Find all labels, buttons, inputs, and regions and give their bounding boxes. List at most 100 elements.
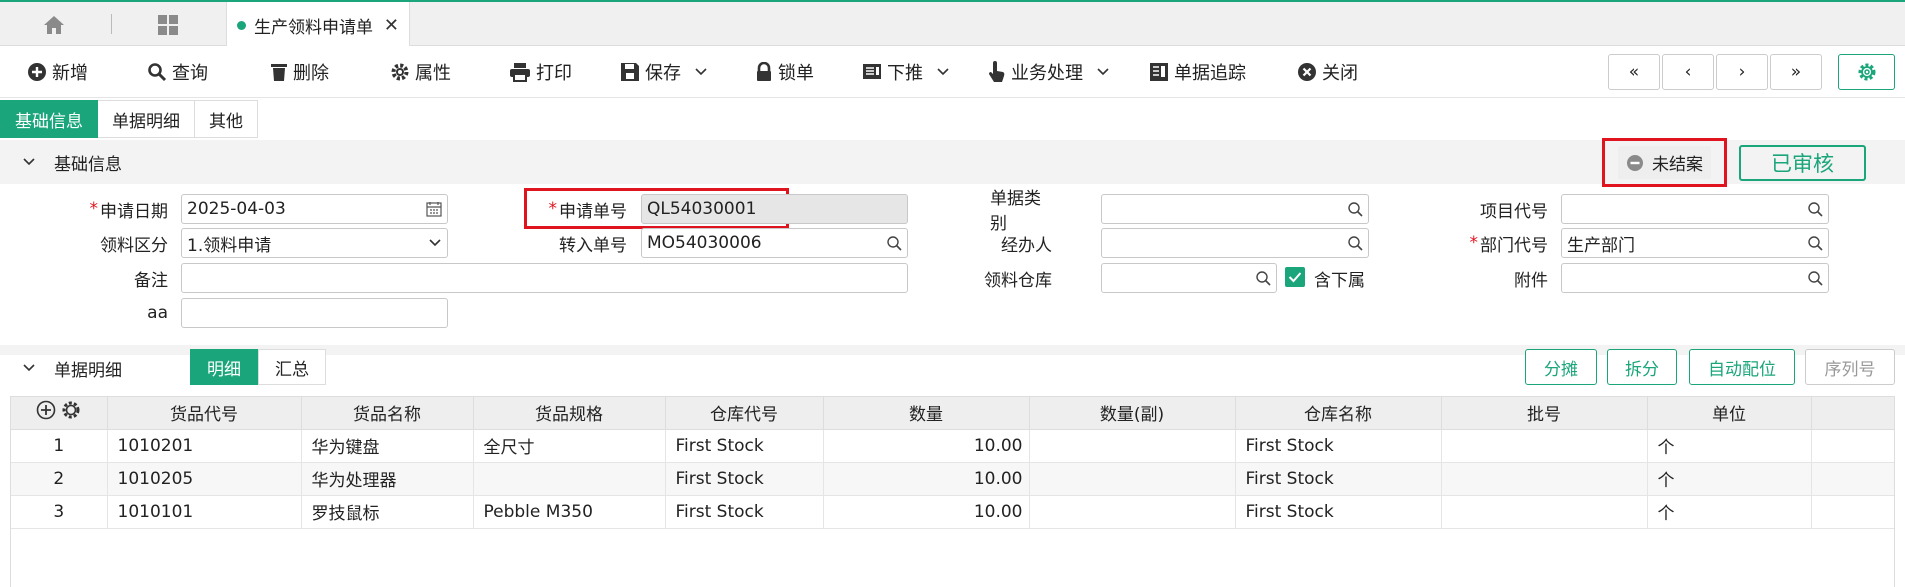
home-icon[interactable] — [32, 11, 76, 39]
trash-icon — [271, 64, 287, 81]
cell-name[interactable]: 华为键盘 — [301, 429, 474, 463]
cell-code[interactable]: 1010205 — [107, 462, 302, 496]
search-icon[interactable] — [1807, 201, 1823, 217]
cell-spec[interactable]: Pebble M350 — [473, 495, 666, 529]
tab-detail[interactable]: 单据明细 — [98, 100, 195, 138]
print-button[interactable]: 打印 — [509, 58, 572, 86]
warehouse-field[interactable] — [1101, 263, 1277, 293]
search-icon[interactable] — [1255, 270, 1271, 286]
table-row[interactable]: 3 1010101 罗技鼠标 Pebble M350 First Stock 1… — [11, 495, 1894, 529]
tab-production-requisition[interactable]: 生产领料申请单 ✕ — [226, 2, 410, 48]
properties-button[interactable]: 属性 — [390, 58, 451, 86]
trace-button[interactable]: 单据追踪 — [1149, 58, 1246, 86]
aa-field[interactable] — [181, 298, 448, 328]
chevron-down-icon[interactable] — [694, 67, 708, 77]
include-sub-checkbox[interactable] — [1285, 267, 1305, 287]
cell-wh-code[interactable]: First Stock — [665, 462, 824, 496]
tab-divider — [111, 14, 112, 34]
cell-batch[interactable] — [1441, 495, 1648, 529]
serial-button[interactable]: 序列号 — [1805, 349, 1895, 385]
col-unit[interactable]: 单位 — [1647, 397, 1812, 430]
col-spec[interactable]: 货品规格 — [473, 397, 666, 430]
search-icon[interactable] — [1807, 270, 1823, 286]
delete-button[interactable]: 删除 — [270, 58, 329, 86]
settings-button[interactable] — [1838, 54, 1895, 90]
cell-qty2[interactable] — [1029, 495, 1236, 529]
cell-code[interactable]: 1010201 — [107, 429, 302, 463]
basic-info-toggle[interactable]: 基础信息 — [22, 140, 122, 184]
cell-qty[interactable]: 10.00 — [823, 429, 1030, 463]
chevron-down-icon[interactable] — [936, 67, 950, 77]
cell-name[interactable]: 罗技鼠标 — [301, 495, 474, 529]
detail-toggle[interactable]: 单据明细 — [22, 346, 122, 390]
col-name[interactable]: 货品名称 — [301, 397, 474, 430]
cell-qty[interactable]: 10.00 — [823, 462, 1030, 496]
tab-detail-lines[interactable]: 明细 — [190, 349, 258, 385]
calendar-icon[interactable] — [426, 201, 442, 217]
cell-qty2[interactable] — [1029, 462, 1236, 496]
chevron-down-icon[interactable] — [428, 238, 442, 248]
cell-code[interactable]: 1010101 — [107, 495, 302, 529]
next-record-button[interactable]: › — [1716, 54, 1768, 90]
close-tab-icon[interactable]: ✕ — [384, 15, 399, 36]
add-row-icon[interactable] — [36, 400, 56, 425]
cell-spec[interactable]: 全尺寸 — [473, 429, 666, 463]
project-code-field[interactable] — [1561, 194, 1829, 224]
cell-unit[interactable]: 个 — [1647, 429, 1812, 463]
cell-unit[interactable]: 个 — [1647, 462, 1812, 496]
cell-qty[interactable]: 10.00 — [823, 495, 1030, 529]
table-row[interactable]: 2 1010205 华为处理器 First Stock 10.00 First … — [11, 462, 1894, 496]
apply-no-field[interactable]: QL54030001 — [641, 194, 908, 224]
tab-other[interactable]: 其他 — [195, 100, 258, 138]
cell-qty2[interactable] — [1029, 429, 1236, 463]
dept-code-field[interactable]: 生产部门 — [1561, 228, 1829, 258]
col-qty[interactable]: 数量 — [823, 397, 1030, 430]
lock-button[interactable]: 锁单 — [755, 58, 814, 86]
cell-wh-code[interactable]: First Stock — [665, 429, 824, 463]
grid-icon[interactable] — [150, 11, 186, 39]
col-batch[interactable]: 批号 — [1441, 397, 1648, 430]
push-down-button[interactable]: 下推 — [862, 58, 950, 86]
business-process-button[interactable]: 业务处理 — [988, 58, 1110, 86]
handler-field[interactable] — [1101, 228, 1369, 258]
col-wh-code[interactable]: 仓库代号 — [665, 397, 824, 430]
cell-wh-name[interactable]: First Stock — [1235, 495, 1442, 529]
chevron-down-icon[interactable] — [1096, 67, 1110, 77]
save-button[interactable]: 保存 — [620, 58, 708, 86]
col-code[interactable]: 货品代号 — [107, 397, 302, 430]
prev-record-button[interactable]: ‹ — [1662, 54, 1714, 90]
cell-unit[interactable]: 个 — [1647, 495, 1812, 529]
col-wh-name[interactable]: 仓库名称 — [1235, 397, 1442, 430]
apply-date-field[interactable]: 2025-04-03 — [181, 194, 448, 224]
first-record-button[interactable]: « — [1608, 54, 1660, 90]
allocate-button[interactable]: 分摊 — [1525, 349, 1597, 385]
cell-batch[interactable] — [1441, 429, 1648, 463]
cell-wh-name[interactable]: First Stock — [1235, 462, 1442, 496]
remark-field[interactable] — [181, 263, 908, 293]
cell-wh-name[interactable]: First Stock — [1235, 429, 1442, 463]
split-button[interactable]: 拆分 — [1607, 349, 1677, 385]
attachment-field[interactable] — [1561, 263, 1829, 293]
transfer-no-field[interactable]: MO54030006 — [641, 228, 908, 258]
cell-name[interactable]: 华为处理器 — [301, 462, 474, 496]
new-button[interactable]: 新增 — [27, 58, 88, 86]
table-row[interactable]: 1 1010201 华为键盘 全尺寸 First Stock 10.00 Fir… — [11, 429, 1894, 463]
search-icon[interactable] — [1347, 235, 1363, 251]
auto-locate-button[interactable]: 自动配位 — [1689, 349, 1795, 385]
chevron-down-icon — [23, 158, 35, 166]
search-icon[interactable] — [1347, 201, 1363, 217]
cell-spec[interactable] — [473, 462, 666, 496]
col-qty2[interactable]: 数量(副) — [1029, 397, 1236, 430]
doc-type-field[interactable] — [1101, 194, 1369, 224]
pick-type-select[interactable]: 1.领料申请 — [181, 228, 448, 258]
query-button[interactable]: 查询 — [147, 58, 208, 86]
search-icon[interactable] — [1807, 235, 1823, 251]
cell-wh-code[interactable]: First Stock — [665, 495, 824, 529]
cell-batch[interactable] — [1441, 462, 1648, 496]
tab-summary[interactable]: 汇总 — [258, 349, 326, 385]
close-button[interactable]: 关闭 — [1297, 58, 1358, 86]
column-settings-icon[interactable] — [61, 401, 81, 425]
last-record-button[interactable]: » — [1770, 54, 1822, 90]
search-icon[interactable] — [886, 235, 902, 251]
tab-basic-info[interactable]: 基础信息 — [0, 100, 98, 138]
